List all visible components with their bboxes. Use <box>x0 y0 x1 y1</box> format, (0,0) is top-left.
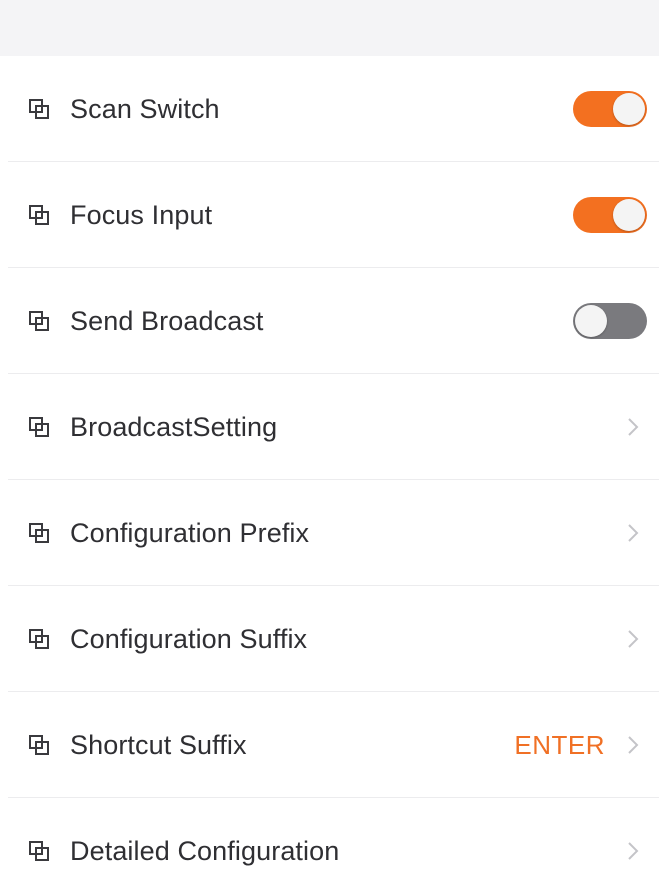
copy-icon <box>26 732 52 758</box>
setting-row-scan-switch[interactable]: Scan Switch <box>0 56 659 162</box>
settings-list: Scan Switch Focus Input Send Broadcast B… <box>0 56 659 893</box>
send-broadcast-toggle[interactable] <box>573 303 647 339</box>
copy-icon <box>26 838 52 864</box>
setting-row-configuration-suffix[interactable]: Configuration Suffix <box>0 586 659 692</box>
setting-label: Shortcut Suffix <box>70 729 247 760</box>
copy-icon <box>26 308 52 334</box>
setting-label: Configuration Suffix <box>70 623 308 654</box>
setting-label: Detailed Configuration <box>70 835 340 866</box>
setting-row-broadcast-setting[interactable]: BroadcastSetting <box>0 374 659 480</box>
toggle-knob <box>575 305 607 337</box>
setting-label: Configuration Prefix <box>70 517 310 548</box>
header-band <box>0 0 659 56</box>
setting-label: Focus Input <box>70 199 213 230</box>
copy-icon <box>26 626 52 652</box>
chevron-right-icon <box>623 414 643 440</box>
chevron-right-icon <box>623 520 643 546</box>
setting-row-focus-input[interactable]: Focus Input <box>0 162 659 268</box>
focus-input-toggle[interactable] <box>573 197 647 233</box>
settings-screen: Scan Switch Focus Input Send Broadcast B… <box>0 0 659 893</box>
copy-icon <box>26 96 52 122</box>
copy-icon <box>26 520 52 546</box>
scan-switch-toggle[interactable] <box>573 91 647 127</box>
setting-label: BroadcastSetting <box>70 411 278 442</box>
chevron-right-icon <box>623 838 643 864</box>
setting-row-configuration-prefix[interactable]: Configuration Prefix <box>0 480 659 586</box>
setting-row-send-broadcast[interactable]: Send Broadcast <box>0 268 659 374</box>
setting-row-shortcut-suffix[interactable]: Shortcut Suffix ENTER <box>0 692 659 798</box>
chevron-right-icon <box>623 626 643 652</box>
chevron-right-icon <box>623 732 643 758</box>
toggle-knob <box>613 93 645 125</box>
copy-icon <box>26 414 52 440</box>
shortcut-suffix-value: ENTER <box>514 729 605 760</box>
setting-label: Scan Switch <box>70 93 220 124</box>
setting-row-detailed-configuration[interactable]: Detailed Configuration <box>0 798 659 893</box>
copy-icon <box>26 202 52 228</box>
setting-label: Send Broadcast <box>70 305 264 336</box>
toggle-knob <box>613 199 645 231</box>
